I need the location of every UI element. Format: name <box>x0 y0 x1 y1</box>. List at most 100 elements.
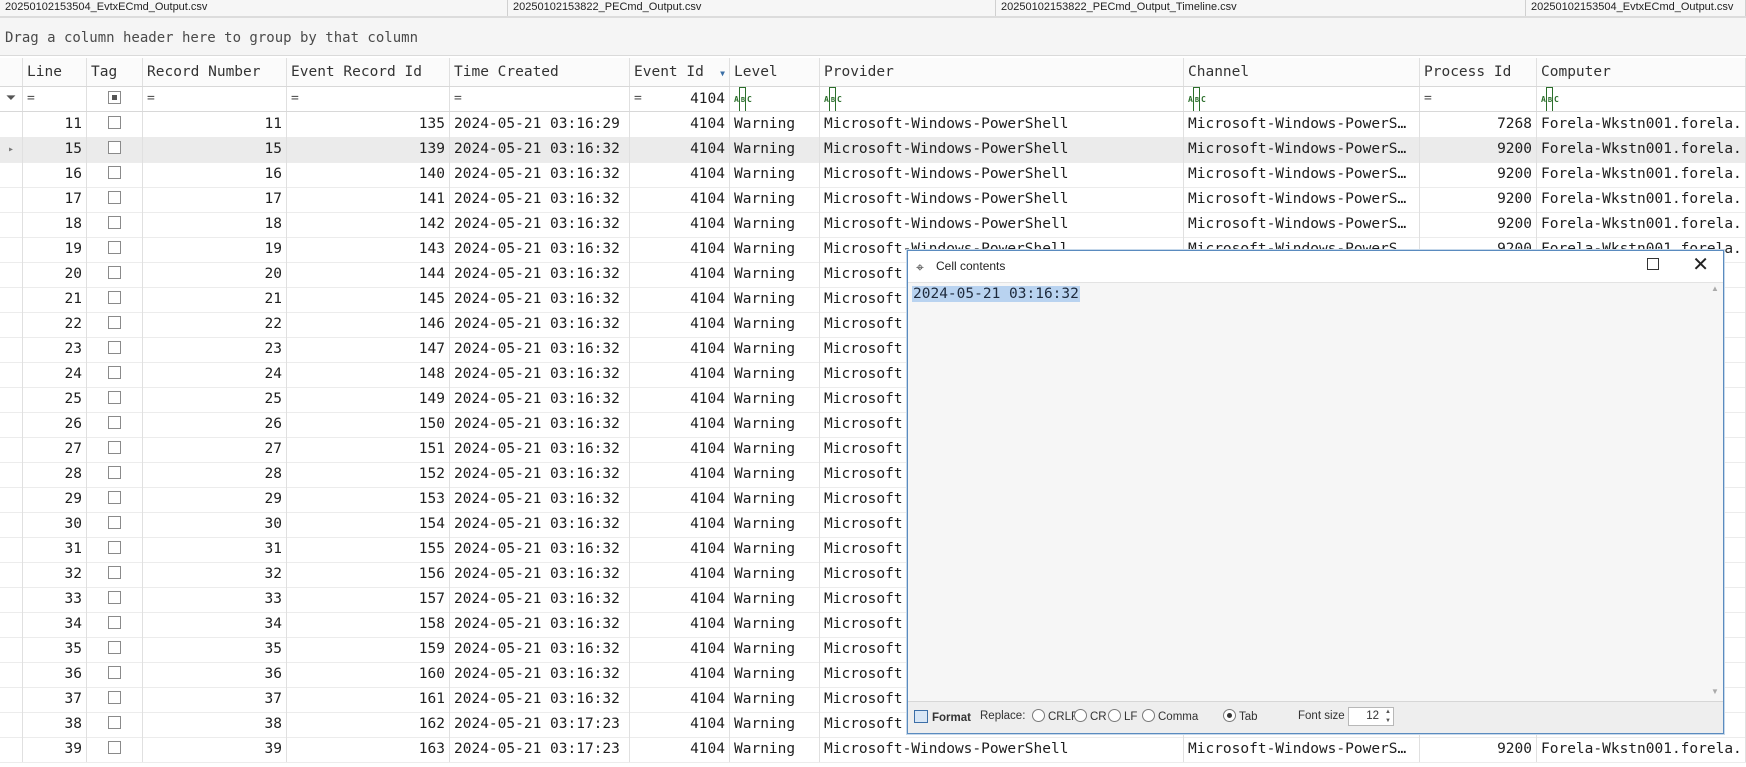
cell-time-created[interactable]: 2024-05-21 03:16:29 <box>450 112 630 137</box>
spin-down-icon[interactable]: ▼ <box>1385 718 1391 724</box>
cell-event-id[interactable]: 4104 <box>630 112 730 137</box>
row-indicator[interactable] <box>0 412 23 437</box>
row-indicator[interactable] <box>0 637 23 662</box>
cell-event-record-id[interactable]: 157 <box>287 587 450 612</box>
cell-event-id[interactable]: 4104 <box>630 287 730 312</box>
table-row[interactable]: 11 11 135 2024-05-21 03:16:29 4104 Warning Mic… <box>0 112 1746 138</box>
tag-checkbox[interactable] <box>108 741 121 754</box>
cell-event-id[interactable]: 4104 <box>630 712 730 737</box>
group-by-panel[interactable]: Drag a column header here to group by th… <box>0 18 1746 56</box>
tag-checkbox[interactable] <box>108 266 121 279</box>
cell-event-record-id[interactable]: 143 <box>287 237 450 262</box>
cell-tag[interactable] <box>87 212 143 237</box>
row-indicator[interactable] <box>0 362 23 387</box>
cell-time-created[interactable]: 2024-05-21 03:16:32 <box>450 137 630 162</box>
tag-checkbox[interactable] <box>108 541 121 554</box>
cell-time-created[interactable]: 2024-05-21 03:16:32 <box>450 362 630 387</box>
cell-event-id[interactable]: 4104 <box>630 462 730 487</box>
header-event-record-id[interactable]: Event Record Id <box>287 58 450 86</box>
tag-checkbox[interactable] <box>108 316 121 329</box>
filter-event-record-id[interactable]: = <box>287 87 450 111</box>
cell-provider[interactable]: Microsoft-Windows-PowerShell <box>820 737 1184 762</box>
cell-event-id[interactable]: 4104 <box>630 412 730 437</box>
row-indicator[interactable] <box>0 262 23 287</box>
cell-line[interactable]: 33 <box>23 587 87 612</box>
cell-level[interactable]: Warning <box>730 287 820 312</box>
row-indicator[interactable] <box>0 312 23 337</box>
cell-line[interactable]: 24 <box>23 362 87 387</box>
cell-record-number[interactable]: 23 <box>143 337 287 362</box>
dialog-title-bar[interactable]: ⌖ Cell contents ✕ <box>908 251 1723 283</box>
cell-line[interactable]: 35 <box>23 637 87 662</box>
scroll-up-icon[interactable]: ▲ <box>1711 284 1719 293</box>
header-level[interactable]: Level <box>730 58 820 86</box>
cell-event-id[interactable]: 4104 <box>630 512 730 537</box>
cell-event-id[interactable]: 4104 <box>630 637 730 662</box>
tag-checkbox[interactable] <box>108 341 121 354</box>
cell-event-record-id[interactable]: 153 <box>287 487 450 512</box>
cell-event-record-id[interactable]: 156 <box>287 562 450 587</box>
cell-provider[interactable]: Microsoft-Windows-PowerShell <box>820 187 1184 212</box>
cell-event-id[interactable]: 4104 <box>630 387 730 412</box>
row-indicator[interactable] <box>0 287 23 312</box>
header-provider[interactable]: Provider <box>820 58 1184 86</box>
cell-channel[interactable]: Microsoft-Windows-PowerS… <box>1184 162 1420 187</box>
tab-pecmd-output[interactable]: 20250102153822_PECmd_Output.csv <box>508 0 996 16</box>
cell-event-id[interactable]: 4104 <box>630 687 730 712</box>
cell-computer[interactable]: Forela-Wkstn001.forela. <box>1537 737 1746 762</box>
cell-record-number[interactable]: 31 <box>143 537 287 562</box>
row-indicator[interactable] <box>0 662 23 687</box>
cell-level[interactable]: Warning <box>730 262 820 287</box>
cell-event-id[interactable]: 4104 <box>630 662 730 687</box>
cell-time-created[interactable]: 2024-05-21 03:17:23 <box>450 737 630 762</box>
cell-event-id[interactable]: 4104 <box>630 587 730 612</box>
row-indicator[interactable] <box>0 387 23 412</box>
cell-line[interactable]: 21 <box>23 287 87 312</box>
cell-record-number[interactable]: 27 <box>143 437 287 462</box>
cell-tag[interactable] <box>87 512 143 537</box>
filter-record-number[interactable]: = <box>143 87 287 111</box>
cell-computer[interactable]: Forela-Wkstn001.forela. <box>1537 162 1746 187</box>
filter-channel[interactable]: ABC <box>1184 87 1420 111</box>
cell-tag[interactable] <box>87 312 143 337</box>
cell-level[interactable]: Warning <box>730 737 820 762</box>
cell-level[interactable]: Warning <box>730 687 820 712</box>
cell-line[interactable]: 26 <box>23 412 87 437</box>
row-indicator[interactable] <box>0 512 23 537</box>
cell-channel[interactable]: Microsoft-Windows-PowerS… <box>1184 112 1420 137</box>
cell-tag[interactable] <box>87 737 143 762</box>
cell-tag[interactable] <box>87 612 143 637</box>
cell-event-record-id[interactable]: 161 <box>287 687 450 712</box>
cell-level[interactable]: Warning <box>730 362 820 387</box>
cell-level[interactable]: Warning <box>730 587 820 612</box>
cell-time-created[interactable]: 2024-05-21 03:16:32 <box>450 262 630 287</box>
cell-event-record-id[interactable]: 142 <box>287 212 450 237</box>
tag-filter-checkbox[interactable] <box>108 90 121 104</box>
tag-checkbox[interactable] <box>108 691 121 704</box>
cell-level[interactable]: Warning <box>730 437 820 462</box>
cell-time-created[interactable]: 2024-05-21 03:16:32 <box>450 337 630 362</box>
filter-computer[interactable]: ABC <box>1537 87 1746 111</box>
cell-event-id[interactable]: 4104 <box>630 312 730 337</box>
cell-record-number[interactable]: 34 <box>143 612 287 637</box>
cell-level[interactable]: Warning <box>730 487 820 512</box>
cell-line[interactable]: 29 <box>23 487 87 512</box>
cell-event-id[interactable]: 4104 <box>630 262 730 287</box>
cell-event-id[interactable]: 4104 <box>630 212 730 237</box>
cell-tag[interactable] <box>87 287 143 312</box>
cell-level[interactable]: Warning <box>730 112 820 137</box>
cell-event-record-id[interactable]: 135 <box>287 112 450 137</box>
cell-record-number[interactable]: 36 <box>143 662 287 687</box>
cell-contents-text[interactable]: 2024-05-21 03:16:32 <box>912 286 1702 696</box>
cell-event-id[interactable]: 4104 <box>630 487 730 512</box>
cell-line[interactable]: 20 <box>23 262 87 287</box>
cell-time-created[interactable]: 2024-05-21 03:16:32 <box>450 437 630 462</box>
cell-event-record-id[interactable]: 160 <box>287 662 450 687</box>
tag-checkbox[interactable] <box>108 191 121 204</box>
cell-time-created[interactable]: 2024-05-21 03:16:32 <box>450 662 630 687</box>
cell-level[interactable]: Warning <box>730 237 820 262</box>
tag-checkbox[interactable] <box>108 716 121 729</box>
cell-line[interactable]: 15 <box>23 137 87 162</box>
cell-line[interactable]: 32 <box>23 562 87 587</box>
option-comma[interactable]: Comma <box>1142 709 1198 723</box>
